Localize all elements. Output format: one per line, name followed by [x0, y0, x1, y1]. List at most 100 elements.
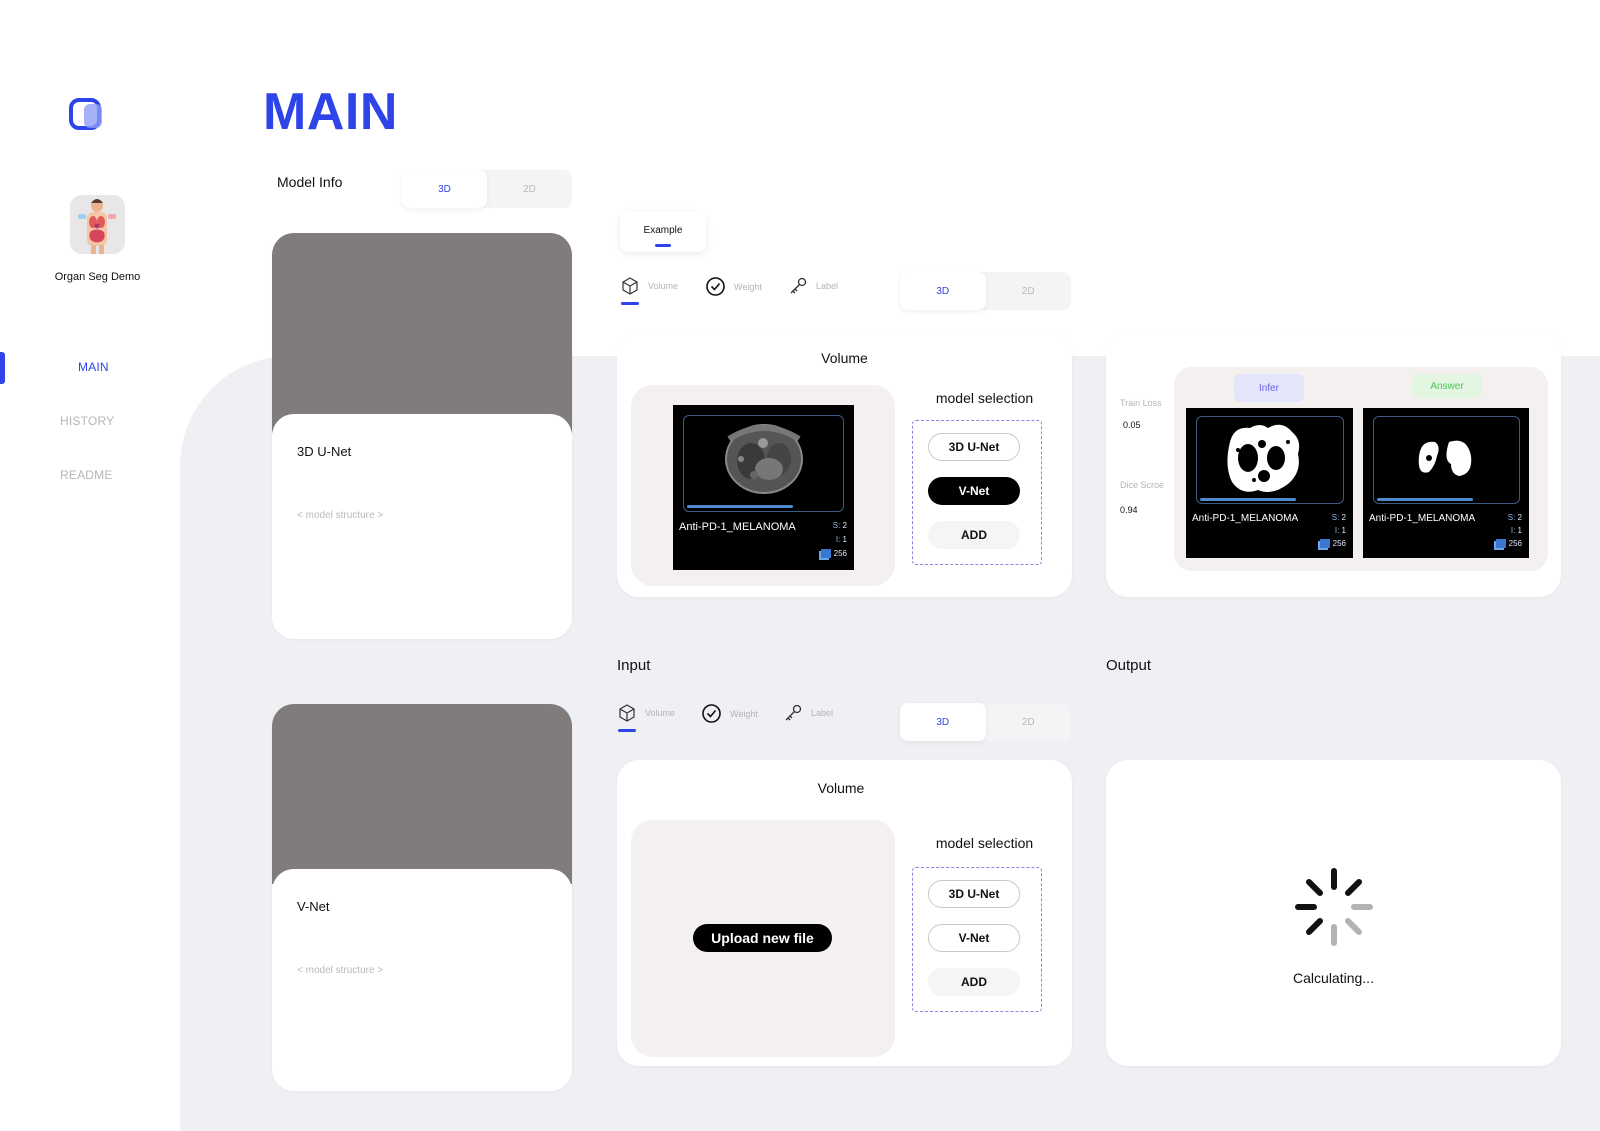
tab-label[interactable]: Label [788, 276, 838, 296]
toggle-3d[interactable]: 3D [402, 170, 487, 208]
toggle-2d[interactable]: 2D [986, 703, 1072, 741]
scan-meta: S: 2 I: 1 256 [820, 519, 847, 561]
cube-icon [619, 704, 635, 722]
scan-name: Anti-PD-1_MELANOMA [1192, 513, 1299, 524]
answer-mask-image [1418, 440, 1472, 476]
model-info-label: Model Info [277, 174, 343, 190]
metric-label-dice-score: Dice Scroe [1120, 480, 1165, 490]
s-value: 2 [842, 521, 847, 530]
metric-label-train-loss: Train Loss [1120, 398, 1162, 408]
result-preview-area: Infer Answer Anti-PD-1_MELANOMA S: 2 I: … [1174, 367, 1548, 571]
tab-active-underline [655, 244, 671, 247]
slice-count: 256 [833, 549, 847, 558]
output-panel: Calculating... [1106, 760, 1561, 1066]
input-section-label: Input [617, 657, 651, 674]
model-selection-title: model selection [935, 835, 1034, 851]
model-preview-image [272, 233, 572, 433]
slice-progress-bar [1200, 498, 1296, 501]
tab-volume-label: Volume [648, 281, 679, 291]
infer-button[interactable]: Infer [1234, 374, 1304, 402]
answer-scan-view[interactable]: Anti-PD-1_MELANOMA S: 2 I: 1 256 [1363, 408, 1529, 558]
upload-area[interactable]: Upload new file [631, 820, 895, 1057]
check-circle-icon [706, 277, 725, 296]
key-icon [785, 704, 802, 721]
scan-meta: S: 2 I: 1 256 [1495, 511, 1522, 550]
app-logo-icon [69, 98, 105, 132]
output-section-label: Output [1106, 657, 1152, 674]
scan-name: Anti-PD-1_MELANOMA [679, 521, 796, 533]
spinner-icon [1295, 868, 1373, 946]
i-label: I: [1334, 526, 1340, 535]
app-avatar [70, 195, 125, 254]
model-card-vnet[interactable]: V-Net < model structure > [272, 704, 572, 1091]
cube-icon [622, 277, 638, 295]
toggle-3d[interactable]: 3D [900, 272, 986, 310]
s-label: S: [832, 521, 841, 530]
nav-active-indicator [0, 352, 5, 384]
metric-value-dice-score: 0.94 [1120, 505, 1138, 515]
toggle-2d[interactable]: 2D [986, 272, 1072, 310]
tab-example[interactable]: Example [620, 212, 706, 252]
model-structure-placeholder: < model structure > [297, 965, 384, 976]
scan-meta: S: 2 I: 1 256 [1319, 511, 1346, 550]
slice-count: 256 [1508, 539, 1522, 548]
example-volume-panel: Volume Anti-PD-1_MELANOMA S: 2 I: 1 256 … [617, 332, 1072, 597]
i-value: 1 [842, 535, 847, 544]
infer-scan-view[interactable]: Anti-PD-1_MELANOMA S: 2 I: 1 256 [1186, 408, 1353, 558]
slice-progress-bar [1377, 498, 1473, 501]
model-option-3d-unet[interactable]: 3D U-Net [928, 433, 1020, 461]
input-dimension-toggle: 3D 2D [900, 703, 1071, 741]
sidebar-item-readme[interactable]: README [60, 468, 113, 482]
tab-weight[interactable]: Weight [705, 276, 762, 297]
panel-title: Volume [821, 350, 868, 366]
upload-file-button[interactable]: Upload new file [693, 924, 832, 952]
metric-value-train-loss: 0.05 [1123, 420, 1141, 430]
model-card-3d-unet[interactable]: 3D U-Net < model structure > [272, 233, 572, 639]
model-option-vnet[interactable]: V-Net [928, 477, 1020, 505]
tab-active-underline [621, 302, 639, 305]
infer-mask-image [1227, 424, 1300, 492]
stack-icon [1319, 539, 1330, 549]
key-icon [790, 277, 807, 294]
i-value: 1 [1341, 526, 1346, 535]
tab-weight-label: Weight [730, 708, 758, 719]
model-selection-box: 3D U-Net V-Net ADD [912, 867, 1042, 1012]
panel-title: Volume [817, 780, 865, 796]
scan-name: Anti-PD-1_MELANOMA [1369, 513, 1476, 524]
tab-example-label: Example [643, 225, 683, 236]
slice-count: 256 [1332, 539, 1346, 548]
stack-icon [1495, 539, 1506, 549]
tab-weight[interactable]: Weight [701, 703, 758, 724]
s-value: 2 [1341, 513, 1346, 522]
model-selection-box: 3D U-Net V-Net ADD [912, 420, 1042, 565]
slice-progress-bar [687, 505, 793, 508]
toggle-2d[interactable]: 2D [487, 170, 572, 208]
sidebar-item-main[interactable]: MAIN [78, 360, 109, 374]
tab-volume[interactable]: Volume [617, 703, 675, 723]
i-label: I: [1510, 526, 1516, 535]
model-info-dimension-toggle: 3D 2D [402, 170, 572, 208]
ct-scan-view[interactable]: Anti-PD-1_MELANOMA S: 2 I: 1 256 [673, 405, 854, 570]
tab-label-label: Label [816, 281, 839, 291]
add-model-button[interactable]: ADD [928, 521, 1020, 549]
input-volume-panel: Volume Upload new file model selection 3… [617, 760, 1072, 1066]
add-model-button[interactable]: ADD [928, 968, 1020, 996]
scan-preview-area: Anti-PD-1_MELANOMA S: 2 I: 1 256 [631, 385, 895, 586]
tab-label[interactable]: Label [783, 703, 833, 723]
model-selection-title: model selection [935, 390, 1034, 406]
tab-volume[interactable]: Volume [620, 276, 678, 296]
model-option-3d-unet[interactable]: 3D U-Net [928, 880, 1020, 908]
tab-label-label: Label [811, 708, 834, 718]
toggle-3d[interactable]: 3D [900, 703, 986, 741]
s-value: 2 [1517, 513, 1522, 522]
tab-weight-label: Weight [734, 281, 762, 292]
sidebar-item-history[interactable]: HISTORY [60, 414, 114, 428]
stack-icon [820, 549, 831, 559]
check-circle-icon [702, 704, 721, 723]
model-option-vnet[interactable]: V-Net [928, 924, 1020, 952]
answer-button[interactable]: Answer [1412, 374, 1482, 398]
tab-volume-label: Volume [645, 708, 676, 718]
tab-active-underline [618, 729, 636, 732]
model-preview-image [272, 704, 572, 884]
calculating-status: Calculating... [1293, 970, 1374, 986]
